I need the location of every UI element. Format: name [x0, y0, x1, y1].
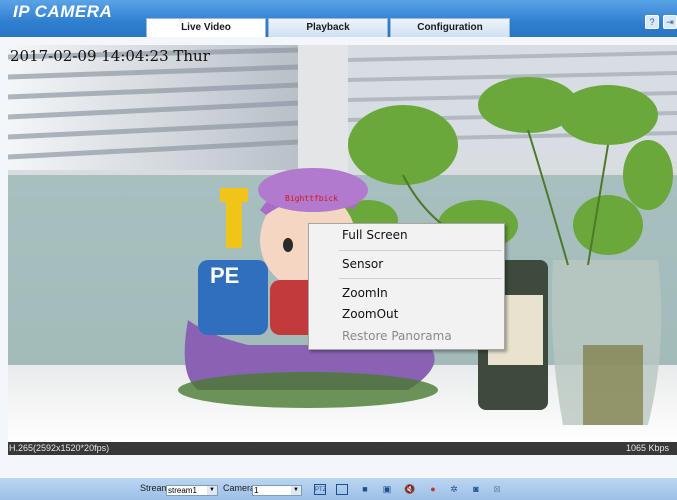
stream-select[interactable]: stream1 ▼: [166, 485, 218, 496]
menu-separator: [339, 278, 502, 279]
svg-text:PE: PE: [210, 263, 239, 288]
ptz-icon[interactable]: PTZ: [314, 484, 326, 495]
crop-icon[interactable]: ⊠: [491, 484, 503, 495]
video-status-bar: H.265(2592x1520*20fps) 1065 Kbps: [8, 442, 677, 455]
camera-label: Camera: [223, 483, 256, 493]
osd-text-label: Bighttfbick: [285, 194, 338, 203]
camera-select-value: 1: [254, 486, 259, 495]
record-icon[interactable]: ▣: [381, 484, 393, 495]
mic-icon[interactable]: ●: [427, 484, 439, 495]
help-icon[interactable]: ?: [645, 15, 659, 29]
menu-separator: [339, 250, 502, 251]
bitrate-readout: 1065 Kbps: [625, 443, 669, 453]
chevron-down-icon: ▼: [207, 486, 217, 495]
tab-configuration[interactable]: Configuration: [390, 18, 510, 37]
camera-select[interactable]: 1 ▼: [252, 485, 302, 496]
codec-info: H.265(2592x1520*20fps): [9, 443, 110, 453]
fit-screen-icon[interactable]: [336, 484, 348, 495]
mute-icon[interactable]: 🔇: [404, 484, 416, 495]
menu-item-full-screen[interactable]: Full Screen: [309, 225, 504, 245]
menu-item-restore-panorama: Restore Panorama: [342, 329, 452, 343]
snapshot-icon[interactable]: ◙: [470, 484, 482, 495]
chevron-down-icon: ▼: [291, 486, 301, 495]
logout-icon[interactable]: ⇥: [663, 15, 677, 29]
menu-item-zoom-out[interactable]: ZoomOut: [309, 304, 504, 324]
menu-item-zoom-in[interactable]: ZoomIn: [309, 283, 504, 303]
header-bar: IP CAMERA Live Video Playback Configurat…: [0, 0, 677, 38]
menu-item-sensor[interactable]: Sensor: [309, 254, 504, 274]
app-logo: IP CAMERA: [13, 2, 113, 21]
context-menu: Full Screen Sensor ZoomIn ZoomOut Restor…: [308, 223, 505, 350]
settings-icon[interactable]: ✲: [448, 484, 460, 495]
stop-icon[interactable]: ■: [359, 484, 371, 495]
bottom-toolbar: Stream stream1 ▼ Camera 1 ▼ PTZ ■ ▣ 🔇 ● …: [0, 478, 677, 500]
tab-live-video[interactable]: Live Video: [146, 18, 266, 38]
osd-timestamp: 2017-02-09 14:04:23 Thur: [10, 47, 210, 65]
stream-select-value: stream1: [168, 486, 197, 495]
tab-playback[interactable]: Playback: [268, 18, 388, 37]
stream-label: Stream: [140, 483, 170, 493]
